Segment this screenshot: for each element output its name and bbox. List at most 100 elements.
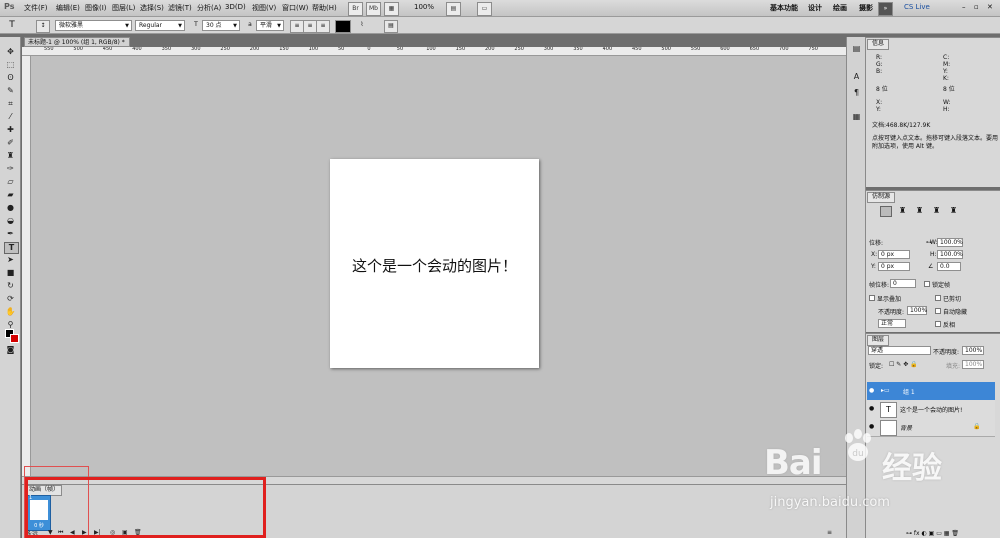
font-family-select[interactable]: 微软雅黑 ▼ xyxy=(55,20,132,31)
minimize-icon[interactable]: – xyxy=(962,3,966,11)
workspace-design[interactable]: 设计 xyxy=(808,3,822,13)
layer-row[interactable]: ● ▸▭ 组 1 xyxy=(867,382,995,401)
lasso-tool-icon[interactable]: ʘ xyxy=(4,73,17,83)
layers-tab[interactable]: 图层 xyxy=(867,335,890,346)
lock-icons[interactable]: ☐ ✎ ✥ 🔒 xyxy=(889,361,918,368)
menu-image[interactable]: 图像(I) xyxy=(85,3,107,13)
type-tool-icon[interactable]: T xyxy=(4,242,19,254)
quick-mask-icon[interactable]: ◙ xyxy=(4,345,17,355)
workspace-painting[interactable]: 绘画 xyxy=(833,3,847,13)
history-icon[interactable]: ▤ xyxy=(850,43,863,55)
menu-help[interactable]: 帮助(H) xyxy=(312,3,337,13)
info-tab[interactable]: 信息 xyxy=(867,39,890,50)
menu-analysis[interactable]: 分析(A) xyxy=(197,3,221,13)
minibridge-icon[interactable]: Mb xyxy=(366,2,381,16)
menu-3d[interactable]: 3D(D) xyxy=(225,3,246,11)
character-icon[interactable]: A xyxy=(850,71,863,83)
menu-file[interactable]: 文件(F) xyxy=(24,3,48,13)
show-overlay-checkbox[interactable] xyxy=(869,295,875,301)
cs-live-button[interactable]: CS Live xyxy=(904,3,930,11)
clone-source-icon[interactable]: ♜ xyxy=(950,206,960,216)
offset-x-field[interactable]: 0 px xyxy=(878,250,910,259)
workspace-essentials[interactable]: 基本功能 xyxy=(770,3,798,13)
layer-opacity-field[interactable]: 100% xyxy=(962,346,984,355)
arrange-documents-icon[interactable]: ▤ xyxy=(446,2,461,16)
align-center-icon[interactable]: ≡ xyxy=(303,20,317,33)
marquee-tool-icon[interactable]: ⬚ xyxy=(4,60,17,70)
eyedropper-tool-icon[interactable]: ⁄ xyxy=(4,112,17,122)
background-color-swatch[interactable] xyxy=(10,334,19,343)
antialias-select[interactable]: 平滑 ▼ xyxy=(256,20,284,31)
menu-view[interactable]: 视图(V) xyxy=(252,3,276,13)
blur-tool-icon[interactable]: ● xyxy=(4,203,17,213)
shape-tool-icon[interactable]: ■ xyxy=(4,268,17,278)
character-panel-icon[interactable]: ▤ xyxy=(384,20,398,33)
clone-mode-select[interactable]: 正常 xyxy=(878,319,906,328)
hand-tool-icon[interactable]: ✋ xyxy=(4,307,17,317)
more-workspaces-icon[interactable]: » xyxy=(878,2,893,16)
quick-select-tool-icon[interactable]: ✎ xyxy=(4,86,17,96)
angle-field[interactable]: 0.0 xyxy=(937,262,961,271)
panel-menu-icon[interactable]: ≡ xyxy=(827,529,832,536)
frame-offset-field[interactable]: 0 xyxy=(890,279,916,288)
zoom-level[interactable]: 100% xyxy=(414,3,434,11)
scale-h-field[interactable]: 100.0% xyxy=(937,250,963,259)
history-brush-tool-icon[interactable]: ✑ xyxy=(4,164,17,174)
document-canvas[interactable]: 这个是一个会动的图片！ xyxy=(330,159,539,368)
eraser-tool-icon[interactable]: ▱ xyxy=(4,177,17,187)
paragraph-icon[interactable]: ¶ xyxy=(850,87,863,99)
swatches-icon[interactable]: ▦ xyxy=(850,111,863,123)
pen-tool-icon[interactable]: ✒ xyxy=(4,229,17,239)
text-color-swatch[interactable] xyxy=(335,20,351,33)
canvas-text-layer[interactable]: 这个是一个会动的图片！ xyxy=(330,255,539,276)
dodge-tool-icon[interactable]: ◒ xyxy=(4,216,17,226)
clone-opacity-field[interactable]: 100% xyxy=(907,306,927,315)
gradient-tool-icon[interactable]: ▰ xyxy=(4,190,17,200)
path-select-tool-icon[interactable]: ➤ xyxy=(4,255,17,265)
close-icon[interactable]: ✕ xyxy=(987,3,993,11)
offset-y-field[interactable]: 0 px xyxy=(878,262,910,271)
clone-source-icon[interactable]: ♜ xyxy=(933,206,943,216)
clone-stamp-tool-icon[interactable]: ♜ xyxy=(4,151,17,161)
font-style-select[interactable]: Regular ▼ xyxy=(135,20,185,31)
layer-row[interactable]: ● T 这个是一个会动的图片! xyxy=(867,400,995,419)
menu-window[interactable]: 窗口(W) xyxy=(282,3,308,13)
bridge-icon[interactable]: Br xyxy=(348,2,363,16)
menu-layer[interactable]: 图层(L) xyxy=(112,3,135,13)
fill-field[interactable]: 100% xyxy=(962,360,984,369)
clone-source-tab[interactable]: 仿制源 xyxy=(867,192,896,203)
ruler-tick-label: 350 xyxy=(573,47,583,52)
align-right-icon[interactable]: ≡ xyxy=(316,20,330,33)
healing-tool-icon[interactable]: ✚ xyxy=(4,125,17,135)
clone-source-icon[interactable]: ♜ xyxy=(916,206,926,216)
align-left-icon[interactable]: ≡ xyxy=(290,20,304,33)
3d-rotate-tool-icon[interactable]: ↻ xyxy=(4,281,17,291)
scale-w-field[interactable]: 100.0% xyxy=(937,238,963,247)
move-tool-icon[interactable]: ✥ xyxy=(4,47,17,57)
workspace-photography[interactable]: 摄影 xyxy=(859,3,873,13)
eye-icon[interactable]: ● xyxy=(869,405,874,412)
brush-tool-icon[interactable]: ✐ xyxy=(4,138,17,148)
menu-filter[interactable]: 滤镜(T) xyxy=(168,3,192,13)
font-size-select[interactable]: 30 点 ▼ xyxy=(202,20,240,31)
clipped-checkbox[interactable] xyxy=(935,295,941,301)
clone-source-icon[interactable] xyxy=(880,206,892,217)
blend-mode-select[interactable]: 穿透 xyxy=(868,346,931,355)
invert-checkbox[interactable] xyxy=(935,321,941,327)
crop-tool-icon[interactable]: ⌗ xyxy=(4,99,17,109)
document-tab[interactable]: 未标题-1 @ 100% (组 1, RGB/8) * xyxy=(24,37,130,47)
menu-edit[interactable]: 编辑(E) xyxy=(56,3,80,13)
view-extras-icon[interactable]: ▦ xyxy=(384,2,399,16)
eye-icon[interactable]: ● xyxy=(869,387,874,394)
menu-select[interactable]: 选择(S) xyxy=(140,3,164,13)
warp-text-icon[interactable]: ⌇ xyxy=(356,20,368,31)
text-orientation-icon[interactable]: ↕ xyxy=(36,20,50,33)
3d-orbit-tool-icon[interactable]: ⟳ xyxy=(4,294,17,304)
screen-mode-icon[interactable]: ▭ xyxy=(477,2,492,16)
auto-hide-checkbox[interactable] xyxy=(935,308,941,314)
clone-source-icon[interactable]: ♜ xyxy=(899,206,909,216)
type-tool-preset-icon[interactable]: T xyxy=(6,20,18,31)
layer-actions-icons[interactable]: ⊶ fx ◐ ▣ ▭ ▦ 🗑 xyxy=(906,530,959,537)
lock-frame-checkbox[interactable] xyxy=(924,281,930,287)
restore-icon[interactable]: ▫ xyxy=(974,3,979,11)
